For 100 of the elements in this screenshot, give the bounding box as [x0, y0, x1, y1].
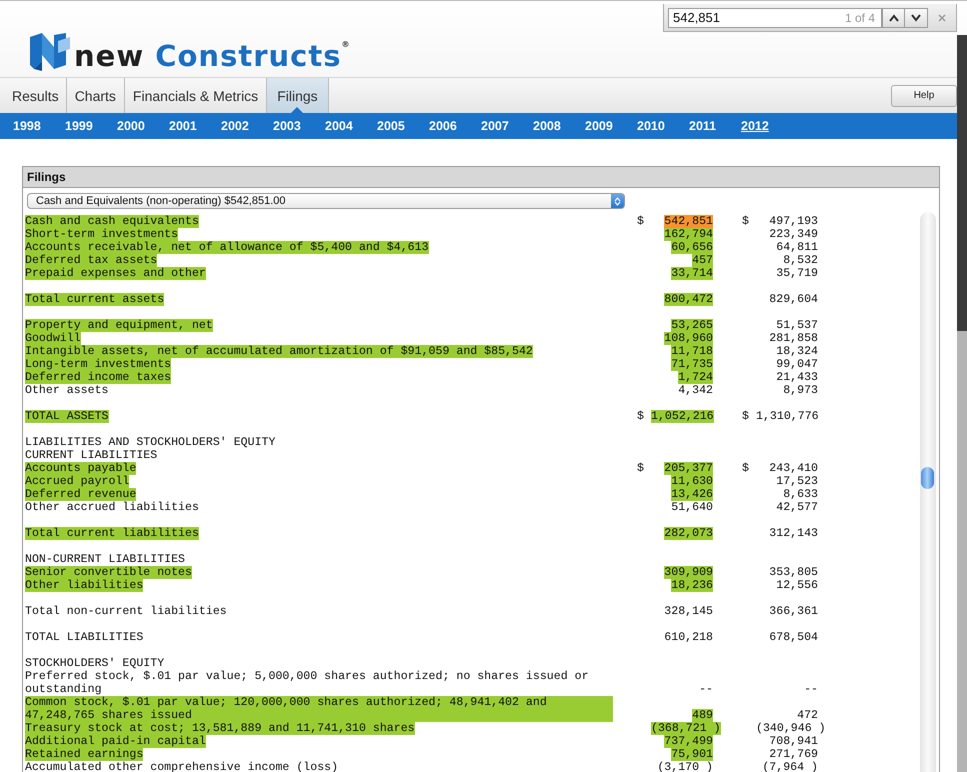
amount: 35,719	[776, 267, 818, 280]
line-item-label: Cash and cash equivalents	[25, 215, 199, 228]
line-item-label: CURRENT LIABILITIES	[25, 449, 158, 462]
line-item-label: Other liabilities	[25, 579, 144, 592]
amount: 51,537	[776, 319, 818, 332]
amount: 33,714	[671, 267, 713, 280]
match-count: 1 of 4	[844, 10, 875, 24]
amount: 42,577	[776, 501, 818, 514]
year-link[interactable]: 2004	[325, 119, 377, 133]
amount: 17,523	[776, 475, 818, 488]
previous-match-button[interactable]	[882, 8, 905, 28]
currency-sign: $	[742, 410, 749, 423]
year-link[interactable]: 2006	[429, 119, 481, 133]
amount: 71,735	[671, 358, 713, 371]
line-item-label: Additional paid-in capital	[25, 735, 206, 748]
year-link[interactable]: 2012	[741, 119, 793, 133]
amount: 366,361	[769, 605, 818, 618]
amount: 99,047	[776, 358, 818, 371]
line-item-label: Long-term investments	[25, 358, 172, 371]
line-item-label: STOCKHOLDERS' EQUITY	[25, 657, 164, 670]
year-link[interactable]: 2000	[117, 119, 169, 133]
amount: --	[804, 683, 818, 696]
amount: 281,858	[769, 332, 818, 345]
year-link[interactable]: 2002	[221, 119, 273, 133]
amount: 497,193	[769, 215, 818, 228]
find-field[interactable]: 542,851 1 of 4	[668, 8, 882, 28]
amount: 472	[797, 709, 818, 722]
line-item-label: NON-CURRENT LIABILITIES	[25, 553, 186, 566]
year-link[interactable]: 2011	[689, 119, 741, 133]
logo-wordmark: new Constructs$^{®}$	[74, 39, 350, 73]
scroll-thumb[interactable]	[921, 467, 934, 489]
line-item-label: Total non-current liabilities	[25, 605, 227, 618]
amount: 4,342	[678, 384, 713, 397]
line-item-label: Treasury stock at cost; 13,581,889 and 11,741,310 shares	[25, 722, 415, 735]
line-item-label: LIABILITIES AND STOCKHOLDERS' EQUITY	[25, 436, 276, 449]
amount: 205,377	[664, 462, 713, 475]
amount: 1,052,216	[651, 410, 714, 423]
amount: (340,946 )	[756, 722, 826, 735]
amount: 223,349	[769, 228, 818, 241]
amount: 60,656	[671, 241, 713, 254]
amount: 243,410	[769, 462, 818, 475]
year-link[interactable]: 2008	[533, 119, 585, 133]
year-link[interactable]: 2003	[273, 119, 325, 133]
year-link[interactable]: 1999	[65, 119, 117, 133]
chevron-down-icon	[911, 14, 921, 22]
year-link[interactable]: 2001	[169, 119, 221, 133]
amount: 162,794	[664, 228, 713, 241]
amount: 328,145	[664, 605, 713, 618]
amount: 11,718	[671, 345, 713, 358]
currency-sign: $	[742, 215, 749, 228]
amount: 457	[692, 254, 713, 267]
window-scrollbar[interactable]	[957, 35, 967, 772]
line-item-label: Accrued payroll	[25, 475, 130, 488]
amount: 800,472	[664, 293, 713, 306]
line-item-label: Total current assets	[25, 293, 164, 306]
line-item-label: Accounts receivable, net of allowance of $5,400 and $4,613	[25, 241, 429, 254]
close-icon	[938, 14, 946, 22]
line-item-label: Deferred tax assets	[25, 254, 158, 267]
year-link[interactable]: 2009	[585, 119, 637, 133]
amount: 53,265	[671, 319, 713, 332]
line-item-label: Retained earnings	[25, 748, 144, 761]
amount: 13,426	[671, 488, 713, 501]
amount: --	[699, 683, 713, 696]
amount: 312,143	[769, 527, 818, 540]
year-link[interactable]: 2005	[377, 119, 429, 133]
amount: 678,504	[769, 631, 818, 644]
amount: 829,604	[769, 293, 818, 306]
line-item-label: Total current liabilities	[25, 527, 199, 540]
amount: 309,909	[664, 566, 713, 579]
line-item-label: Common stock, $.01 par value; 120,000,000 shares authorized; 48,941,402 and 47,248,765 shares issued	[25, 696, 613, 722]
amount: 18,236	[671, 579, 713, 592]
line-item-label: Property and equipment, net	[25, 319, 213, 332]
amount: 737,499	[664, 735, 713, 748]
amount: 1,724	[678, 371, 713, 384]
chevron-up-icon	[888, 14, 898, 22]
line-item-label: Other accrued liabilities	[25, 501, 199, 514]
next-match-button[interactable]	[905, 8, 928, 28]
amount: 18,324	[776, 345, 818, 358]
scrollbar[interactable]	[920, 212, 936, 772]
currency-sign: $	[637, 462, 644, 475]
currency-sign: $	[637, 410, 644, 423]
line-item-label: Accounts payable	[25, 462, 136, 475]
nav-tab[interactable]: Filings	[266, 78, 329, 113]
line-item-label: Goodwill	[25, 332, 81, 345]
line-item-select[interactable]: Cash and Equivalents (non-operating) $542,851.00	[27, 193, 625, 209]
currency-sign: $	[742, 462, 749, 475]
amount: 271,769	[769, 748, 818, 761]
amount: 11,630	[671, 475, 713, 488]
help-button[interactable]: Help	[891, 84, 957, 106]
amount: 8,532	[783, 254, 818, 267]
year-link[interactable]: 1998	[13, 119, 65, 133]
line-item-label: Senior convertible notes	[25, 566, 192, 579]
year-link[interactable]: 2010	[637, 119, 689, 133]
amount: 708,941	[769, 735, 818, 748]
currency-sign: $	[637, 215, 644, 228]
amount: 8,633	[783, 488, 818, 501]
panel-title: Filings	[23, 167, 939, 188]
amount: 489	[692, 709, 713, 722]
year-link[interactable]: 2007	[481, 119, 533, 133]
amount: 610,218	[664, 631, 713, 644]
